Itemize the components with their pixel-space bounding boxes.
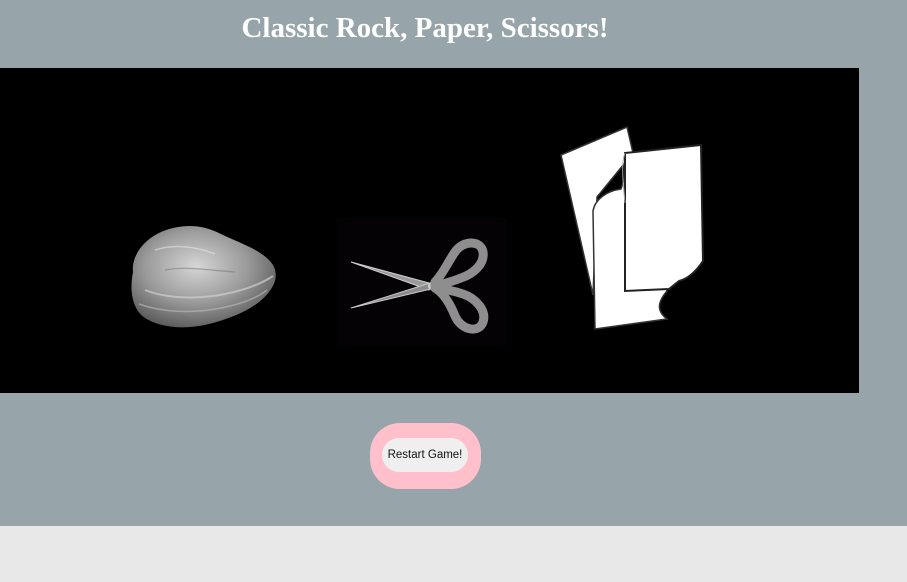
page-footer-area <box>0 526 907 582</box>
rock-choice[interactable] <box>125 220 280 335</box>
choice-board <box>0 68 859 393</box>
scissors-icon <box>337 218 507 346</box>
page-title: Classic Rock, Paper, Scissors! <box>241 12 609 44</box>
game-stage: Classic Rock, Paper, Scissors! Restart G… <box>0 0 907 526</box>
restart-button[interactable]: Restart Game! <box>382 438 468 472</box>
rock-icon <box>131 226 276 328</box>
scissors-choice[interactable] <box>337 218 507 346</box>
paper-choice[interactable] <box>555 123 710 333</box>
restart-frame: Restart Game! <box>370 423 481 489</box>
paper-icon <box>560 125 705 330</box>
